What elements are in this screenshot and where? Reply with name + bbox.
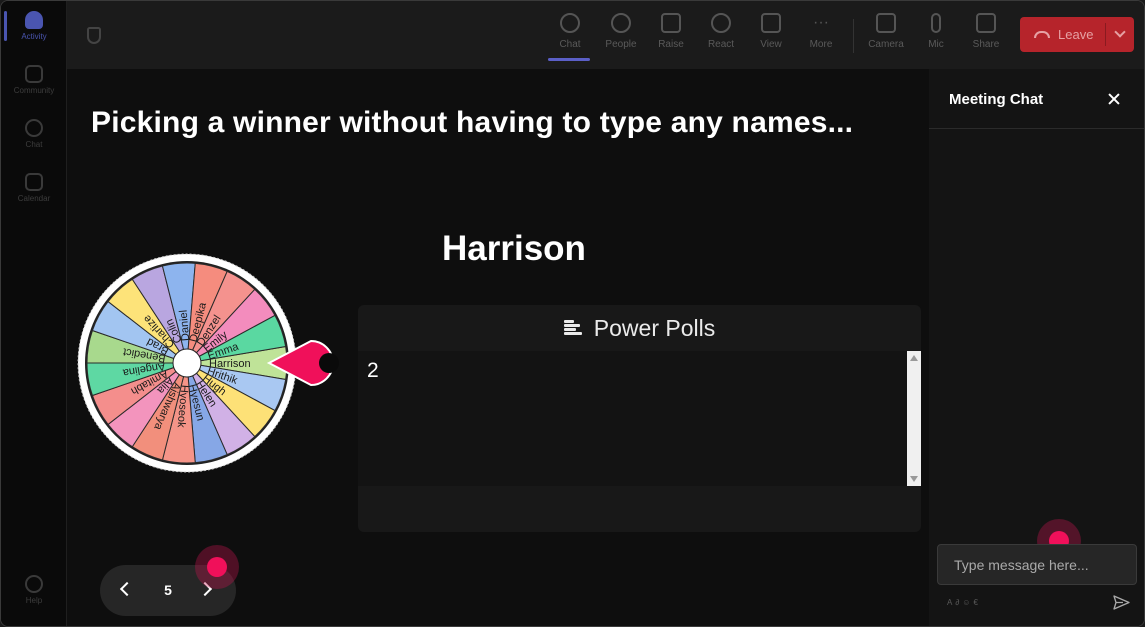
toolbar-label: More [809, 39, 833, 50]
bell-icon [25, 11, 43, 29]
chat-icon [25, 119, 43, 137]
toolbar-label: Camera [868, 39, 904, 50]
rail-item-label: Help [25, 596, 43, 605]
toolbar-label: People [605, 39, 637, 50]
leave-label: Leave [1058, 27, 1094, 42]
toolbar-more-button[interactable]: ··· More [799, 13, 843, 59]
toolbar-people-button[interactable]: People [599, 13, 643, 59]
toolbar-label: Share [972, 39, 1000, 50]
toolbar-camera-button[interactable]: Camera [864, 13, 908, 59]
send-icon[interactable] [1113, 595, 1130, 610]
toolbar-mic-button[interactable]: Mic [914, 13, 958, 59]
smile-icon [711, 13, 731, 33]
grid-icon [761, 13, 781, 33]
poll-response-box[interactable]: 2 [358, 351, 921, 486]
rail-item-community[interactable]: Community [1, 55, 67, 105]
rail-item-label: Activity [21, 32, 47, 41]
chat-header: Meeting Chat [929, 69, 1144, 129]
slide-headline: Picking a winner without having to type … [91, 106, 854, 139]
chat-icon [560, 13, 580, 33]
rail-item-calendar[interactable]: Calendar [1, 163, 67, 213]
rail-item-help[interactable]: Help [1, 565, 67, 615]
leave-button[interactable]: Leave [1020, 17, 1134, 52]
rail-item-label: Calendar [17, 194, 51, 203]
power-polls-panel: Power Polls 2 [358, 305, 921, 532]
rail-item-label: Community [13, 86, 55, 95]
gif-icon[interactable]: € [973, 598, 980, 607]
name-wheel[interactable]: HarrisonHrithikHughHelenHyesunHyoseokAis… [73, 249, 363, 479]
toolbar-divider [853, 19, 854, 53]
toolbar-share-button[interactable]: Share [964, 13, 1008, 59]
rail-item-activity[interactable]: Activity [1, 1, 67, 51]
poll-bars-icon [563, 320, 582, 336]
help-icon [25, 575, 43, 593]
toolbar-label: Raise [658, 39, 684, 50]
community-icon [25, 65, 43, 83]
hand-icon [661, 13, 681, 33]
meeting-stage: Picking a winner without having to type … [67, 69, 929, 626]
toolbar-chat-button[interactable]: Chat [548, 13, 592, 61]
chat-title: Meeting Chat [949, 91, 1044, 108]
toolbar-raise-button[interactable]: Raise [649, 13, 693, 59]
close-icon[interactable] [1106, 91, 1122, 107]
share-icon [976, 13, 996, 33]
more-icon: ··· [813, 14, 829, 31]
chevron-down-icon[interactable] [1114, 26, 1126, 38]
toolbar-view-button[interactable]: View [749, 13, 793, 59]
scroll-up-icon[interactable] [910, 355, 918, 361]
leave-separator [1105, 23, 1106, 46]
toolbar-label: View [760, 39, 782, 50]
chat-message-input[interactable] [937, 544, 1137, 585]
camera-icon [876, 13, 896, 33]
toolbar-label: React [707, 39, 735, 50]
scroll-down-icon[interactable] [910, 476, 918, 482]
poll-scrollbar[interactable] [907, 351, 921, 486]
power-polls-title: Power Polls [593, 314, 716, 341]
meeting-toolbar: Chat People Raise React View ··· More Ca… [67, 1, 1144, 69]
previous-slide-button[interactable] [118, 582, 132, 596]
rail-item-chat[interactable]: Chat [1, 109, 67, 159]
chat-format-tools[interactable]: A∂☺€ [947, 598, 981, 607]
wheel-hub [172, 348, 202, 378]
toolbar-react-button[interactable]: React [699, 13, 743, 59]
people-icon [611, 13, 631, 33]
power-polls-header: Power Polls [358, 305, 921, 351]
left-rail: Activity Community Chat Calendar Help [1, 1, 67, 626]
pointer-highlight [195, 545, 239, 589]
rail-item-label: Chat [25, 140, 43, 149]
toolbar-label: Mic [928, 39, 944, 50]
emoji-icon[interactable]: ☺ [962, 598, 973, 607]
meeting-window: Activity Community Chat Calendar Help Ch… [0, 0, 1145, 627]
shield-icon [87, 27, 101, 44]
phone-icon [1034, 31, 1050, 38]
meeting-chat-panel: Meeting Chat A∂☺€ [929, 69, 1144, 626]
winner-name: Harrison [442, 229, 586, 268]
toolbar-label: Chat [559, 39, 581, 50]
slide-page-number: 5 [164, 582, 172, 598]
mic-icon [931, 13, 941, 33]
calendar-icon [25, 173, 43, 191]
pointer-hole [319, 353, 339, 373]
poll-response-value: 2 [367, 359, 379, 382]
